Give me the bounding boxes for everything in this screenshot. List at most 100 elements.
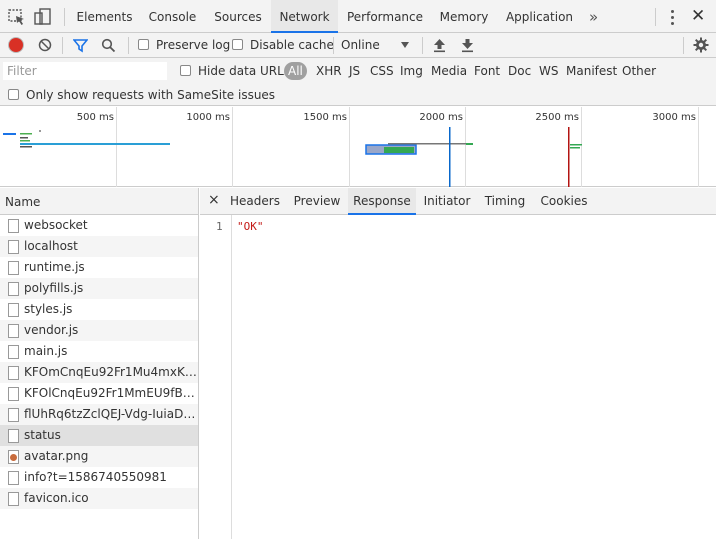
line-number-gutter (200, 215, 232, 539)
request-name: polyfills.js (24, 281, 84, 295)
request-name: KFOmCnqEu92Fr1Mu4mxK.wo... (24, 365, 198, 379)
line-number: 1 (216, 220, 223, 233)
hide-data-urls-checkbox[interactable] (180, 65, 191, 76)
name-column-header[interactable]: Name (0, 188, 198, 215)
table-row[interactable]: runtime.js (0, 257, 198, 278)
tab-initiator[interactable]: Initiator (418, 188, 476, 215)
table-row[interactable]: vendor.js (0, 320, 198, 341)
toolbar-divider (655, 8, 656, 26)
chevron-down-icon[interactable] (401, 42, 409, 48)
toolbar-divider (683, 37, 684, 54)
toolbar-divider (128, 37, 129, 54)
table-row[interactable]: websocket (0, 215, 198, 236)
request-name: favicon.ico (24, 491, 89, 505)
request-name: avatar.png (24, 449, 89, 463)
tab-preview[interactable]: Preview (288, 188, 346, 215)
response-body[interactable]: "OK" (237, 220, 264, 233)
filter-type-media[interactable]: Media (428, 62, 470, 80)
export-har-icon[interactable] (460, 37, 475, 53)
table-row[interactable]: favicon.ico (0, 488, 198, 509)
table-row[interactable]: status (0, 425, 198, 446)
toolbar-divider (62, 37, 63, 54)
table-row[interactable]: KFOmCnqEu92Fr1Mu4mxK.wo... (0, 362, 198, 383)
table-row[interactable]: KFOlCnqEu92Fr1MmEU9fBBc4... (0, 383, 198, 404)
filter-type-other[interactable]: Other (619, 62, 659, 80)
file-icon (8, 261, 19, 275)
file-icon (8, 303, 19, 317)
request-name: main.js (24, 344, 68, 358)
request-name: status (24, 428, 61, 442)
throttling-select[interactable]: Online (341, 33, 380, 58)
preserve-log-checkbox[interactable] (138, 39, 149, 50)
import-har-icon[interactable] (432, 37, 447, 53)
device-toolbar-icon[interactable] (33, 7, 53, 27)
file-icon (8, 387, 19, 401)
tab-elements[interactable]: Elements (71, 0, 138, 33)
samesite-filter-row: Only show requests with SameSite issues (0, 84, 716, 106)
tab-response[interactable]: Response (348, 188, 416, 215)
image-icon (8, 450, 19, 464)
request-name: flUhRq6tzZclQEJ-Vdg-IuiaDsN... (24, 407, 198, 421)
request-name: localhost (24, 239, 78, 253)
file-icon (8, 219, 19, 233)
filter-input[interactable] (3, 62, 167, 80)
samesite-label: Only show requests with SameSite issues (26, 88, 276, 102)
request-name: runtime.js (24, 260, 85, 274)
tab-timing[interactable]: Timing (479, 188, 531, 215)
filter-type-xhr[interactable]: XHR (313, 62, 345, 80)
tab-application[interactable]: Application (500, 0, 579, 33)
more-tabs-button[interactable]: » (589, 8, 598, 26)
table-row[interactable]: main.js (0, 341, 198, 362)
network-overview[interactable]: 500 ms 1000 ms 1500 ms 2000 ms 2500 ms 3… (0, 107, 716, 187)
table-row[interactable]: polyfills.js (0, 278, 198, 299)
table-row[interactable]: styles.js (0, 299, 198, 320)
request-name: KFOlCnqEu92Fr1MmEU9fBBc4... (24, 386, 198, 400)
tab-sources[interactable]: Sources (208, 0, 268, 33)
hide-data-urls-label: Hide data URLs (198, 64, 291, 78)
table-row[interactable]: info?t=1586740550981 (0, 467, 198, 488)
devtools-tab-bar: Elements Console Sources Network Perform… (0, 0, 716, 33)
table-row[interactable]: flUhRq6tzZclQEJ-Vdg-IuiaDsN... (0, 404, 198, 425)
toolbar-divider (422, 37, 423, 54)
close-devtools-button[interactable]: ✕ (691, 6, 705, 26)
tab-headers[interactable]: Headers (226, 188, 284, 215)
request-name: vendor.js (24, 323, 79, 337)
tab-performance[interactable]: Performance (341, 0, 429, 33)
tab-console[interactable]: Console (141, 0, 204, 33)
disable-cache-label: Disable cache (250, 38, 334, 52)
filter-type-css[interactable]: CSS (367, 62, 397, 80)
request-name: info?t=1586740550981 (24, 470, 167, 484)
close-detail-button[interactable]: × (208, 192, 220, 208)
gear-icon[interactable] (693, 37, 709, 53)
filter-type-doc[interactable]: Doc (505, 62, 534, 80)
clear-icon[interactable] (38, 38, 52, 52)
samesite-checkbox[interactable] (8, 89, 19, 100)
file-icon (8, 366, 19, 380)
filter-icon[interactable] (73, 38, 88, 53)
disable-cache-checkbox[interactable] (232, 39, 243, 50)
record-icon[interactable] (9, 38, 23, 52)
filter-type-font[interactable]: Font (471, 62, 503, 80)
tab-memory[interactable]: Memory (433, 0, 495, 33)
request-name: websocket (24, 218, 88, 232)
filter-type-all[interactable]: All (284, 62, 307, 80)
filter-bar: Hide data URLs All XHR JS CSS Img Media … (0, 58, 716, 84)
tab-network[interactable]: Network (271, 0, 338, 33)
more-options-icon[interactable] (665, 8, 679, 26)
tab-cookies[interactable]: Cookies (535, 188, 593, 215)
table-row[interactable]: avatar.png (0, 446, 198, 467)
preserve-log-label: Preserve log (156, 38, 231, 52)
detail-tab-bar: × Headers Preview Response Initiator Tim… (200, 188, 716, 215)
filter-type-ws[interactable]: WS (536, 62, 561, 80)
dom-content-loaded-marker (449, 127, 451, 187)
table-row[interactable]: localhost (0, 236, 198, 257)
filter-type-js[interactable]: JS (346, 62, 363, 80)
search-icon[interactable] (101, 38, 116, 53)
file-icon (8, 345, 19, 359)
file-icon (8, 429, 19, 443)
filter-type-img[interactable]: Img (397, 62, 426, 80)
filter-type-manifest[interactable]: Manifest (563, 62, 620, 80)
file-icon (8, 492, 19, 506)
file-icon (8, 408, 19, 422)
inspect-element-icon[interactable] (7, 7, 27, 27)
